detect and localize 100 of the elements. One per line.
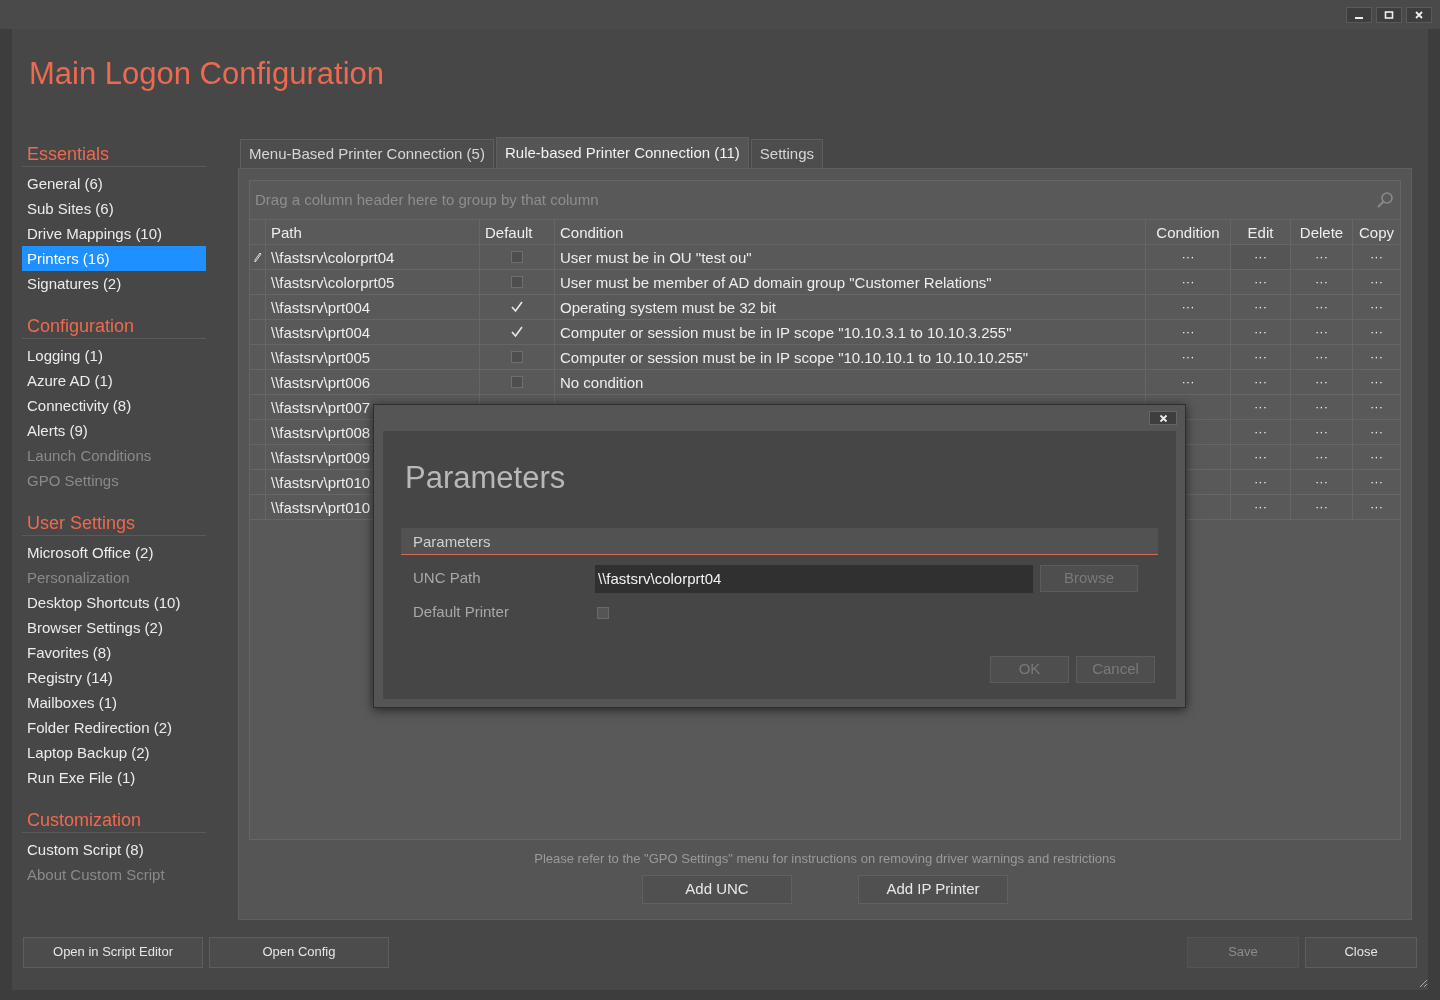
- sidebar-item[interactable]: Mailboxes (1): [22, 690, 206, 715]
- ellipsis-button[interactable]: ···: [1254, 500, 1267, 514]
- minimize-button[interactable]: [1346, 6, 1372, 23]
- sidebar-item[interactable]: Folder Redirection (2): [22, 715, 206, 740]
- table-cell: \\fastsrv\prt005: [265, 345, 479, 369]
- table-cell: No condition: [554, 370, 1145, 394]
- column-header[interactable]: Edit: [1230, 220, 1290, 244]
- ellipsis-button[interactable]: ···: [1370, 450, 1383, 464]
- ellipsis-button[interactable]: ···: [1315, 350, 1328, 364]
- sidebar-item[interactable]: Connectivity (8): [22, 393, 206, 418]
- button[interactable]: Close: [1305, 936, 1417, 968]
- ellipsis-button[interactable]: ···: [1370, 275, 1383, 289]
- ellipsis-button[interactable]: ···: [1254, 275, 1267, 289]
- ellipsis-button[interactable]: ···: [1370, 375, 1383, 389]
- resize-grip-icon: [1418, 978, 1428, 988]
- table-cell: Computer or session must be in IP scope "10.10.10.1 to 10.10.10.255": [554, 345, 1145, 369]
- sidebar-item[interactable]: Favorites (8): [22, 640, 206, 665]
- table-cell: \\fastsrv\prt004: [265, 320, 479, 344]
- ellipsis-button[interactable]: ···: [1370, 350, 1383, 364]
- ellipsis-button[interactable]: ···: [1315, 275, 1328, 289]
- ellipsis-button[interactable]: ···: [1315, 300, 1328, 314]
- ellipsis-button[interactable]: ···: [1181, 275, 1195, 289]
- tab[interactable]: Settings: [750, 139, 823, 168]
- sidebar-item[interactable]: Custom Script (8): [22, 837, 206, 862]
- ellipsis-button[interactable]: ···: [1181, 350, 1195, 364]
- field-label: Default Printer: [413, 602, 510, 623]
- button[interactable]: Open Config: [209, 936, 389, 968]
- ellipsis-button[interactable]: ···: [1370, 300, 1383, 314]
- sidebar-item[interactable]: Alerts (9): [22, 418, 206, 443]
- column-header[interactable]: Path: [265, 220, 479, 244]
- ellipsis-button[interactable]: ···: [1254, 450, 1267, 464]
- ellipsis-button[interactable]: ···: [1254, 325, 1267, 339]
- sidebar-item[interactable]: Logging (1): [22, 343, 206, 368]
- ellipsis-button[interactable]: ···: [1181, 300, 1195, 314]
- sidebar-item[interactable]: Browser Settings (2): [22, 615, 206, 640]
- tab[interactable]: Menu-Based Printer Connection (5): [240, 139, 494, 168]
- button[interactable]: Add IP Printer: [858, 874, 1008, 904]
- sidebar-item[interactable]: General (6): [22, 171, 206, 196]
- button[interactable]: Add UNC: [642, 874, 792, 904]
- column-header[interactable]: Default: [479, 220, 554, 244]
- sidebar-item[interactable]: Desktop Shortcuts (10): [22, 590, 206, 615]
- close-icon: [1158, 413, 1168, 423]
- sidebar-item[interactable]: Sub Sites (6): [22, 196, 206, 221]
- sidebar-item[interactable]: Azure AD (1): [22, 368, 206, 393]
- table-cell: \\fastsrv\prt004: [265, 295, 479, 319]
- checkbox[interactable]: [510, 250, 524, 264]
- input-field[interactable]: \\fastsrv\colorprt04: [595, 564, 1033, 593]
- column-header[interactable]: Delete: [1290, 220, 1352, 244]
- checkbox[interactable]: [510, 350, 524, 364]
- ellipsis-button[interactable]: ···: [1315, 400, 1328, 414]
- ellipsis-button[interactable]: ···: [1370, 425, 1383, 439]
- sidebar-item[interactable]: Microsoft Office (2): [22, 540, 206, 565]
- table-cell: \\fastsrv\prt006: [265, 370, 479, 394]
- sidebar-item[interactable]: Registry (14): [22, 665, 206, 690]
- checkbox[interactable]: [510, 375, 524, 389]
- ellipsis-button[interactable]: ···: [1315, 500, 1328, 514]
- ellipsis-button[interactable]: ···: [1315, 375, 1328, 389]
- ellipsis-button[interactable]: ···: [1315, 475, 1328, 489]
- ellipsis-button[interactable]: ···: [1181, 250, 1195, 264]
- checkbox[interactable]: [510, 275, 524, 289]
- section-heading: Customization: [22, 807, 206, 833]
- button[interactable]: Open in Script Editor: [23, 936, 203, 968]
- table-cell: User must be in OU "test ou": [554, 245, 1145, 269]
- ellipsis-button[interactable]: ···: [1254, 350, 1267, 364]
- ellipsis-button[interactable]: ···: [1254, 475, 1267, 489]
- close-button[interactable]: [1149, 411, 1177, 425]
- sidebar-item[interactable]: Run Exe File (1): [22, 765, 206, 790]
- column-header[interactable]: Copy: [1352, 220, 1400, 244]
- ellipsis-button[interactable]: ···: [1370, 500, 1383, 514]
- section-heading: Essentials: [22, 141, 206, 167]
- window-title: Main Logon Configuration: [29, 56, 385, 91]
- section-header: Parameters: [401, 527, 1158, 555]
- ellipsis-button[interactable]: ···: [1370, 475, 1383, 489]
- column-header[interactable]: Condition: [554, 220, 1145, 244]
- ellipsis-button[interactable]: ···: [1254, 300, 1267, 314]
- ellipsis-button[interactable]: ···: [1181, 375, 1195, 389]
- ellipsis-button[interactable]: ···: [1254, 400, 1267, 414]
- section-heading: Configuration: [22, 313, 206, 339]
- ellipsis-button[interactable]: ···: [1315, 250, 1328, 264]
- ellipsis-button[interactable]: ···: [1254, 250, 1267, 264]
- sidebar-item[interactable]: Laptop Backup (2): [22, 740, 206, 765]
- ellipsis-button[interactable]: ···: [1315, 450, 1328, 464]
- ellipsis-button[interactable]: ···: [1315, 325, 1328, 339]
- ellipsis-button[interactable]: ···: [1254, 375, 1267, 389]
- ellipsis-button[interactable]: ···: [1370, 325, 1383, 339]
- checkbox[interactable]: [597, 606, 609, 619]
- sidebar-item[interactable]: Drive Mappings (10): [22, 221, 206, 246]
- close-button[interactable]: [1406, 6, 1432, 23]
- sidebar-item[interactable]: Signatures (2): [22, 271, 206, 296]
- ellipsis-button[interactable]: ···: [1315, 425, 1328, 439]
- ellipsis-button[interactable]: ···: [1254, 425, 1267, 439]
- sidebar-item[interactable]: Printers (16): [22, 246, 206, 271]
- search-icon: [1375, 190, 1395, 210]
- tab[interactable]: Rule-based Printer Connection (11): [495, 137, 749, 168]
- ellipsis-button[interactable]: ···: [1370, 250, 1383, 264]
- table-cell: Computer or session must be in IP scope "10.10.3.1 to 10.10.3.255": [554, 320, 1145, 344]
- maximize-button[interactable]: [1376, 6, 1402, 23]
- ellipsis-button[interactable]: ···: [1370, 400, 1383, 414]
- ellipsis-button[interactable]: ···: [1181, 325, 1195, 339]
- column-header[interactable]: Condition: [1145, 220, 1230, 244]
